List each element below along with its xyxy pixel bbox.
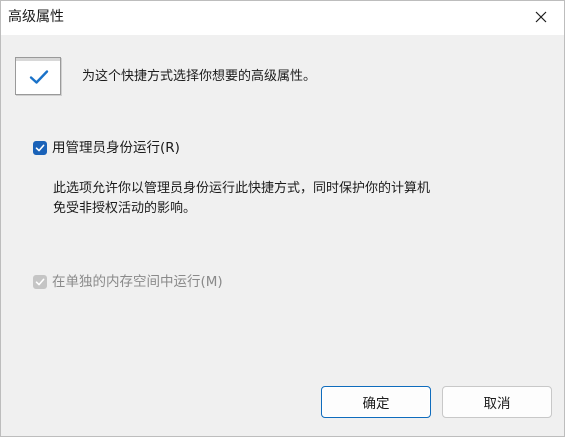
description-line-1: 此选项允许你以管理员身份运行此快捷方式，同时保护你的计算机 (53, 181, 431, 196)
close-button[interactable] (518, 1, 564, 33)
checkmark-icon (29, 70, 49, 84)
check-icon (35, 278, 45, 286)
run-as-admin-label: 用管理员身份运行(R) (52, 140, 180, 156)
window-title: 高级属性 (8, 9, 64, 25)
advanced-properties-dialog: 高级属性 为这个快捷方式选择你想要的高级属性。 用管理员身份运行(R) 此选项允… (0, 0, 565, 437)
description-line-2: 免受非授权活动的影响。 (53, 201, 197, 216)
banner-text: 为这个快捷方式选择你想要的高级属性。 (82, 69, 317, 84)
separate-memory-checkbox (33, 275, 47, 289)
close-icon (535, 11, 547, 23)
separate-memory-option: 在单独的内存空间中运行(M) (33, 273, 223, 291)
title-bar: 高级属性 (1, 1, 564, 35)
run-as-admin-option[interactable]: 用管理员身份运行(R) (33, 139, 180, 157)
cancel-button[interactable]: 取消 (442, 386, 552, 418)
shortcut-checkmark-icon (15, 57, 61, 95)
ok-button[interactable]: 确定 (321, 386, 431, 418)
run-as-admin-checkbox[interactable] (33, 141, 47, 155)
separate-memory-label: 在单独的内存空间中运行(M) (52, 274, 223, 290)
check-icon (35, 144, 45, 152)
run-as-admin-description: 此选项允许你以管理员身份运行此快捷方式，同时保护你的计算机 免受非授权活动的影响… (53, 179, 523, 219)
